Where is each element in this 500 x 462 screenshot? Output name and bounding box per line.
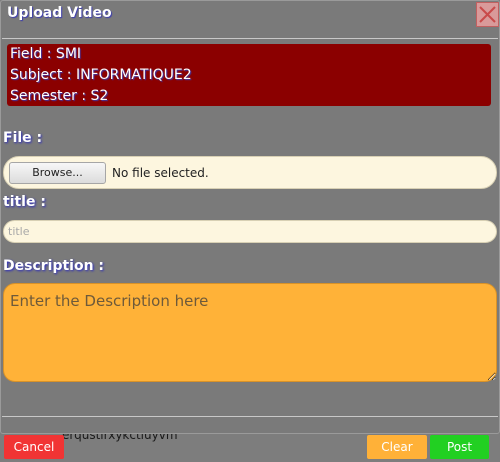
semester-info: Semester : S2 <box>10 88 109 104</box>
dialog-title: Upload Video <box>7 5 112 21</box>
clear-button[interactable]: Clear <box>367 435 427 459</box>
close-x-icon <box>479 6 496 23</box>
title-label: title : <box>3 194 46 210</box>
upload-video-dialog: Upload Video Field : SMI Subject : INFOR… <box>0 0 500 434</box>
post-button[interactable]: Post <box>430 435 489 459</box>
dialog-title-bar: Upload Video <box>1 1 499 27</box>
subject-info: Subject : INFORMATIQUE2 <box>10 67 192 83</box>
title-input[interactable] <box>3 220 497 243</box>
file-label: File : <box>3 130 43 146</box>
description-label: Description : <box>3 258 105 274</box>
description-textarea[interactable] <box>3 283 497 382</box>
title-divider <box>2 38 498 39</box>
cancel-button[interactable]: Cancel <box>4 435 64 459</box>
file-status-text: No file selected. <box>112 166 209 180</box>
file-input[interactable]: Browse... No file selected. <box>3 156 497 189</box>
browse-button[interactable]: Browse... <box>9 162 106 184</box>
footer-divider <box>2 416 498 417</box>
close-button[interactable] <box>476 2 499 27</box>
field-info: Field : SMI <box>10 46 82 62</box>
course-info-box: Field : SMI Subject : INFORMATIQUE2 Seme… <box>7 44 491 106</box>
